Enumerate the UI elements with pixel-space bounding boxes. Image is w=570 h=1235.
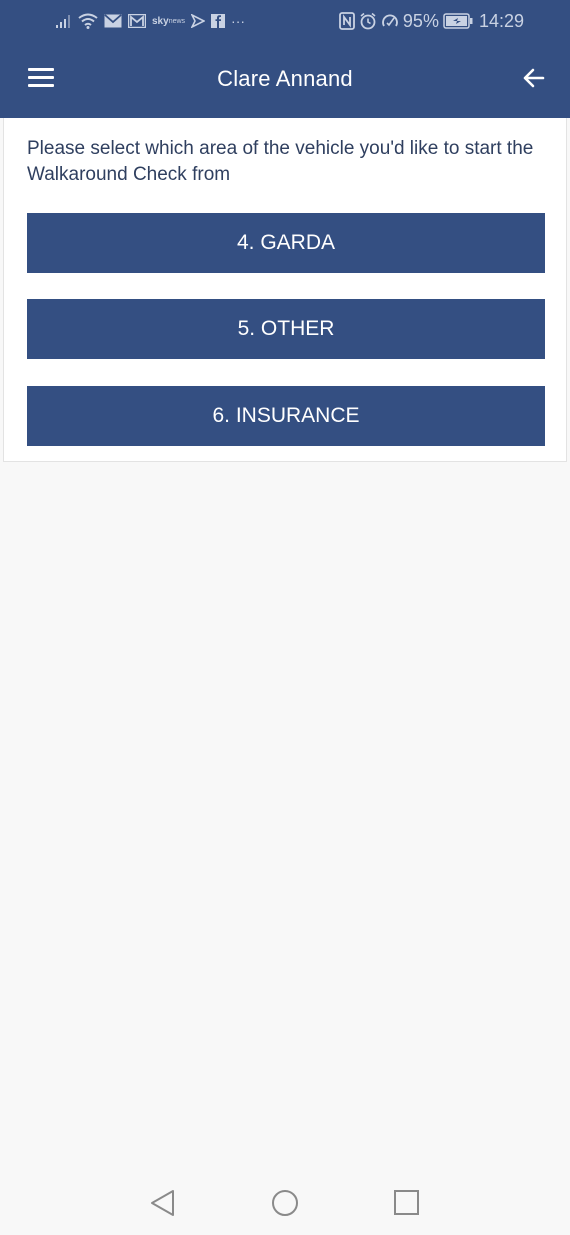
area-button-other[interactable]: 5. OTHER: [27, 299, 545, 359]
back-triangle-icon[interactable]: [148, 1188, 178, 1218]
more-dots-icon: ···: [231, 13, 246, 29]
system-nav-bar: [0, 1170, 570, 1235]
gmail-icon: [128, 14, 146, 28]
area-button-insurance[interactable]: 6. INSURANCE: [27, 386, 545, 446]
wifi-icon: [78, 13, 98, 29]
area-button-garda[interactable]: 4. GARDA: [27, 213, 545, 273]
facebook-icon: [211, 14, 226, 28]
alarm-icon: [359, 12, 377, 30]
battery-percent: 95%: [402, 10, 439, 31]
recents-square-icon[interactable]: [392, 1188, 422, 1218]
clock: 14:29: [478, 10, 524, 31]
walkaround-area-card: Please select which area of the vehicle …: [3, 118, 567, 462]
instruction-text: Please select which area of the vehicle …: [27, 138, 534, 185]
battery-icon: [443, 13, 473, 29]
sky-news-icon: sky news: [152, 15, 186, 27]
arrow-left-icon[interactable]: [522, 66, 546, 90]
signal-icon: [56, 14, 72, 28]
notification-icons: sky news ···: [56, 10, 245, 32]
nfc-icon: [339, 12, 355, 30]
status-bar: sky news ··· 95% 14:29: [0, 0, 570, 42]
mail-icon: [104, 14, 122, 28]
system-icons: 95% 14:29: [339, 10, 524, 32]
play-store-icon: [191, 14, 206, 28]
home-circle-icon[interactable]: [270, 1188, 300, 1218]
page-title: Clare Annand: [217, 66, 353, 91]
app-bar: Clare Annand: [0, 42, 570, 118]
data-saver-icon: [381, 12, 399, 30]
